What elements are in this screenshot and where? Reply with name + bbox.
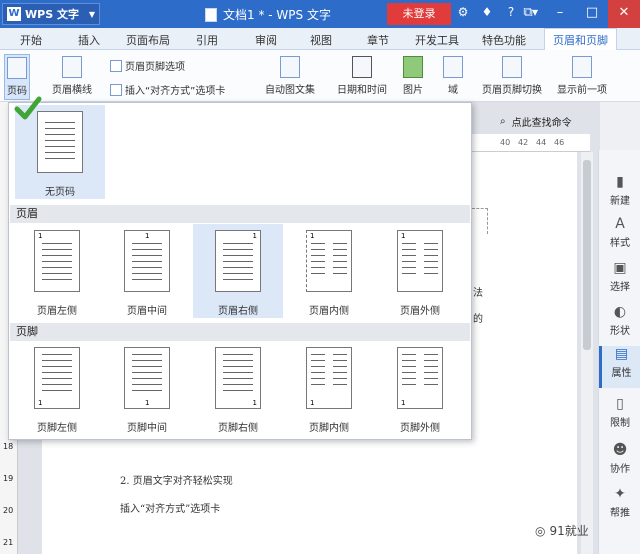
auto-text-icon <box>280 56 300 78</box>
body-line: 插入“对齐方式”选项卡 <box>120 504 221 515</box>
date-time-button[interactable]: 日期和时间 <box>337 56 387 96</box>
body-heading: 2. 页眉文字对齐轻松实现 <box>120 476 233 487</box>
wps-logo-icon: W <box>7 7 21 21</box>
header-line-button[interactable]: 页眉横线 <box>52 56 92 96</box>
search-icon: ⌕ <box>500 116 506 127</box>
collaborate-icon: ☻ <box>612 442 628 458</box>
body-text-fragment: 法 <box>473 288 483 299</box>
tab-layout[interactable]: 页面布局 <box>126 32 170 48</box>
option-header-center[interactable]: 1 页眉中间 <box>102 224 192 318</box>
maximize-icon[interactable]: □ <box>576 0 608 28</box>
title-bar: W WPS 文字 ▼ 文档1 * - WPS 文字 未登录 ⚙ ♦ ? ▾ ⧉ … <box>0 0 640 28</box>
option-footer-inside[interactable]: 1 页脚内侧 <box>284 341 374 435</box>
right-sidebar: ▮ 新建 A 样式 ▣ 选择 ◐ 形状 ▤ 属性 ▯ 限制 ☻ 协作 ✦ 帮推 <box>598 150 640 554</box>
style-icon: A <box>615 216 625 232</box>
show-previous-button[interactable]: 显示前一项 <box>557 56 607 96</box>
sidebar-item-help[interactable]: ✦ 帮推 <box>599 486 640 519</box>
header-line-icon <box>62 56 82 78</box>
footer-section-title: 页脚 <box>10 323 470 341</box>
ribbon-toolbar: 页码 页眉横线 页眉页脚选项 插入“对齐方式”选项卡 自动图文集 日期和时间 图… <box>0 50 640 102</box>
tab-developer[interactable]: 开发工具 <box>415 32 459 48</box>
chevron-down-icon: ▼ <box>88 9 95 19</box>
shape-icon: ◐ <box>613 304 627 320</box>
document-title: 文档1 * - WPS 文字 <box>205 6 331 23</box>
picture-icon <box>403 56 423 78</box>
help-bulb-icon: ✦ <box>614 486 626 502</box>
sidebar-item-new[interactable]: ▮ 新建 <box>599 174 640 207</box>
tab-insert[interactable]: 插入 <box>78 32 100 48</box>
field-icon <box>443 56 463 78</box>
sidebar-item-select[interactable]: ▣ 选择 <box>599 260 640 293</box>
select-icon: ▣ <box>613 260 627 276</box>
wechat-icon: ◎ <box>535 523 546 538</box>
tab-start[interactable]: 开始 <box>20 32 42 48</box>
sidebar-item-collaborate[interactable]: ☻ 协作 <box>599 442 640 475</box>
tab-view[interactable]: 视图 <box>310 32 332 48</box>
close-icon[interactable]: ✕ <box>608 0 640 28</box>
skin-icon[interactable]: ⚙ <box>456 5 470 19</box>
option-footer-right[interactable]: 1 页脚右侧 <box>193 341 283 435</box>
previous-icon <box>572 56 592 78</box>
option-header-inside[interactable]: 1 页眉内侧 <box>284 224 374 318</box>
header-area-border <box>472 208 488 234</box>
option-footer-outside[interactable]: 1 页脚外侧 <box>375 341 465 435</box>
app-name: WPS 文字 <box>25 8 79 21</box>
login-button[interactable]: 未登录 <box>387 3 451 25</box>
document-icon <box>205 7 217 22</box>
tab-review[interactable]: 审阅 <box>255 32 277 48</box>
tab-features[interactable]: 特色功能 <box>482 32 526 48</box>
switch-header-footer-button[interactable]: 页眉页脚切换 <box>482 56 542 96</box>
auto-text-button[interactable]: 自动图文集 <box>265 56 315 96</box>
new-doc-icon: ▮ <box>616 174 624 190</box>
scrollbar-thumb[interactable] <box>583 160 591 350</box>
options-icon <box>110 59 122 72</box>
app-menu-button[interactable]: W WPS 文字 ▼ <box>2 3 100 25</box>
body-text-fragment: 的 <box>473 314 483 325</box>
option-header-right[interactable]: 1 页眉右侧 <box>193 224 283 318</box>
sidebar-item-restrict[interactable]: ▯ 限制 <box>599 396 640 429</box>
properties-icon: ▤ <box>614 346 629 362</box>
checkmark-icon <box>14 96 42 120</box>
minimize-icon[interactable]: – <box>544 0 576 28</box>
sidebar-item-properties[interactable]: ▤ 属性 <box>599 346 640 388</box>
option-header-outside[interactable]: 1 页眉外侧 <box>375 224 465 318</box>
sidebar-item-shape[interactable]: ◐ 形状 <box>599 304 640 337</box>
shirt-icon[interactable]: ♦ <box>480 5 494 19</box>
watermark: ◎ 91就业 <box>535 523 589 539</box>
switch-icon <box>502 56 522 78</box>
option-footer-center[interactable]: 1 页脚中间 <box>102 341 192 435</box>
picture-button[interactable]: 图片 <box>403 56 423 96</box>
field-button[interactable]: 域 <box>443 56 463 96</box>
restore-icon[interactable]: ⧉ <box>512 0 544 28</box>
page-number-icon <box>7 57 27 79</box>
insert-align-tab-button[interactable]: 插入“对齐方式”选项卡 <box>110 82 225 97</box>
header-section-title: 页眉 <box>10 205 470 223</box>
search-command-box[interactable]: ⌕ 点此查找命令 <box>500 114 572 129</box>
align-tab-icon <box>110 83 122 96</box>
option-footer-left[interactable]: 1 页脚左侧 <box>12 341 102 435</box>
tab-chapter[interactable]: 章节 <box>367 32 389 48</box>
calendar-icon <box>352 56 372 78</box>
tab-header-footer[interactable]: 页眉和页脚 <box>544 28 617 50</box>
sidebar-item-style[interactable]: A 样式 <box>599 216 640 249</box>
header-footer-options-button[interactable]: 页眉页脚选项 <box>110 58 185 73</box>
ribbon-tabs: 开始 插入 页面布局 引用 审阅 视图 章节 开发工具 特色功能 页眉和页脚 <box>0 28 640 50</box>
tab-reference[interactable]: 引用 <box>196 32 218 48</box>
restrict-icon: ▯ <box>616 396 624 412</box>
page-number-dropdown: 无页码 页眉 1 页眉左侧 1 页眉中间 1 页眉右侧 1 页眉内侧 1 页眉外… <box>8 102 472 440</box>
option-header-left[interactable]: 1 页眉左侧 <box>12 224 102 318</box>
horizontal-ruler: 40 42 44 46 <box>472 134 590 152</box>
page-thumbnail <box>37 111 83 173</box>
